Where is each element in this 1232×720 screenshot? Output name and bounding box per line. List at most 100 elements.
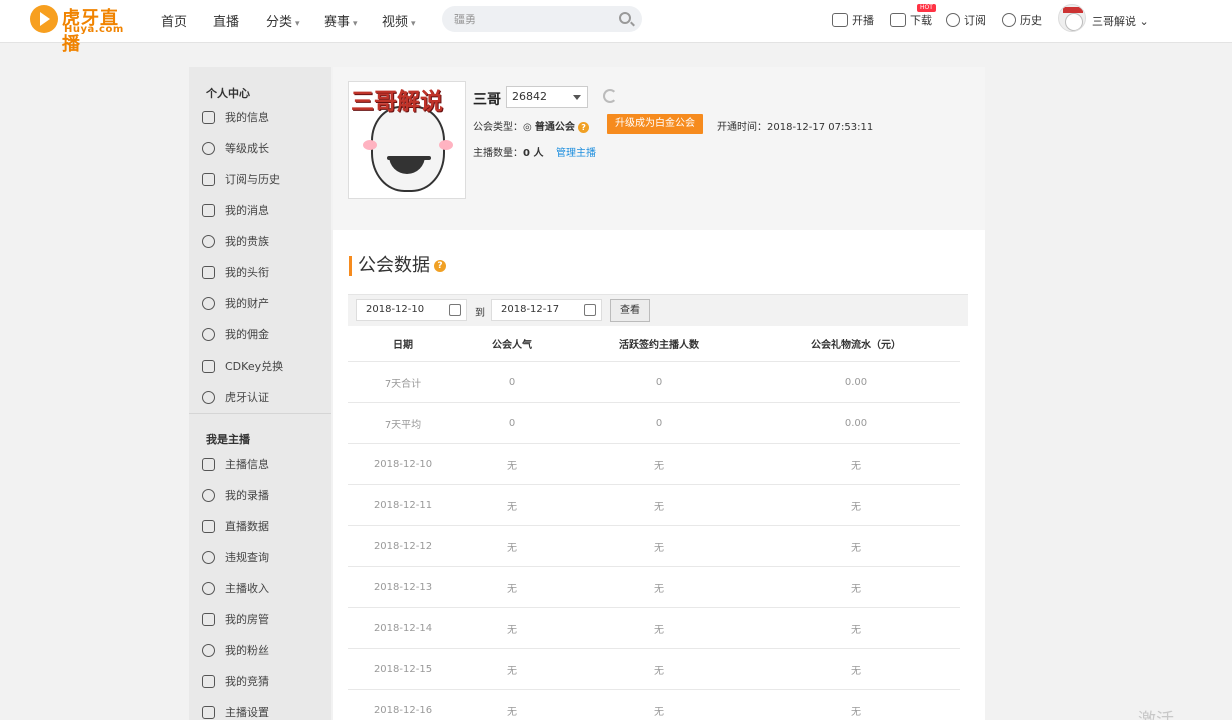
income-icon [202, 581, 215, 595]
top-navigation-bar: 虎牙直播 Huya.com 首页 直播 分类▾ 赛事▾ 视频▾ 开播 下载 HO… [0, 0, 1232, 55]
table-row: 2018-12-14 无 无 无 [348, 608, 960, 649]
sidebar-item-messages[interactable]: 我的消息 [202, 202, 269, 218]
sidebar-item-violations[interactable]: 违规查询 [202, 549, 269, 565]
sidebar-item-level[interactable]: 等级成长 [202, 140, 269, 156]
message-icon [202, 203, 215, 217]
crown-icon [202, 265, 215, 279]
start-date-input[interactable]: 2018-12-10 [356, 299, 467, 321]
table-row: 7天平均 0 0 0.00 [348, 403, 960, 444]
profile-header: 三哥解说 三哥 26842 公会类型：◎ 普通公会 ? 升级成为白金公会 开通时… [333, 67, 985, 230]
nav-home[interactable]: 首页 [161, 11, 187, 30]
query-button[interactable]: 查看 [610, 299, 650, 322]
nav-events[interactable]: 赛事 ▾ [324, 11, 358, 30]
sidebar-section-streamer: 我是主播 [206, 433, 250, 446]
nav-category[interactable]: 分类 ▾ [266, 11, 300, 30]
download-icon [890, 13, 906, 27]
column-header: 活跃签约主播人数 [619, 340, 699, 351]
fans-icon [202, 643, 215, 657]
sidebar-item-guessing[interactable]: 我的竞猜 [202, 673, 269, 689]
guild-id-select[interactable]: 26842 [506, 86, 588, 108]
meme-face-image [371, 106, 445, 192]
guild-badge-icon: ◎ [523, 122, 532, 133]
huya-logo-icon [30, 5, 58, 33]
sidebar-item-subscriptions[interactable]: 订阅与历史 [202, 171, 280, 187]
logo-subtext: Huya.com [64, 24, 124, 35]
sidebar-item-verification[interactable]: 虎牙认证 [202, 389, 269, 405]
help-icon[interactable]: ? [434, 260, 446, 272]
table-header: 日期 公会人气 活跃签约主播人数 公会礼物流水（元） [348, 326, 960, 362]
sidebar-item-settings[interactable]: 主播设置 [202, 704, 269, 720]
clock-icon [1002, 13, 1016, 27]
sidebar-item-assets[interactable]: 我的财产 [202, 295, 269, 311]
hot-badge: HOT [917, 4, 936, 12]
home-icon [202, 110, 215, 124]
refresh-icon[interactable] [603, 89, 617, 103]
sidebar-item-stream-data[interactable]: 直播数据 [202, 518, 269, 534]
sidebar-item-commission[interactable]: 我的佣金 [202, 326, 269, 342]
table-row: 2018-12-15 无 无 无 [348, 649, 960, 690]
user-menu[interactable]: 三哥解说 ⌄ [1092, 13, 1149, 29]
id-card-icon [202, 457, 215, 471]
end-date-input[interactable]: 2018-12-17 [491, 299, 602, 321]
sidebar-item-my-info[interactable]: 我的信息 [202, 109, 269, 125]
help-icon[interactable]: ? [578, 121, 590, 133]
play-icon [202, 488, 215, 502]
guild-avatar: 三哥解说 [348, 81, 466, 199]
subscribe-button[interactable]: 订阅 [946, 12, 986, 28]
shield-icon [202, 390, 215, 404]
chevron-down-icon: ▾ [353, 19, 358, 29]
calendar-icon[interactable] [584, 304, 596, 316]
table-row: 2018-12-10 无 无 无 [348, 444, 960, 485]
avatar-caption: 三哥解说 [351, 88, 443, 115]
windows-activation-watermark: 激活 Windo [1138, 706, 1232, 720]
guild-data-table: 日期 公会人气 活跃签约主播人数 公会礼物流水（元） 7天合计 0 0 0.00… [348, 326, 960, 720]
sidebar-item-income[interactable]: 主播收入 [202, 580, 269, 596]
sidebar-item-noble[interactable]: 我的贵族 [202, 233, 269, 249]
date-filter-bar: 2018-12-10 到 2018-12-17 查看 [348, 294, 968, 326]
sidebar-item-fans[interactable]: 我的粉丝 [202, 642, 269, 658]
main-content: 三哥解说 三哥 26842 公会类型：◎ 普通公会 ? 升级成为白金公会 开通时… [333, 67, 985, 720]
sidebar-divider [189, 413, 331, 414]
sidebar-item-cdkey[interactable]: CDKey兑换 [202, 358, 283, 374]
coin-icon [202, 327, 215, 341]
guild-name: 三哥 [473, 92, 501, 108]
target-icon [202, 234, 215, 248]
chart-icon [202, 519, 215, 533]
search-icon[interactable] [619, 12, 631, 24]
download-button[interactable]: 下载 [890, 12, 932, 28]
sidebar-section-personal: 个人中心 [206, 87, 250, 100]
column-header: 公会人气 [492, 340, 532, 351]
to-label: 到 [475, 308, 485, 319]
start-stream-button[interactable]: 开播 [832, 12, 874, 28]
sidebar-item-recordings[interactable]: 我的录播 [202, 487, 269, 503]
chevron-down-icon: ▾ [295, 19, 300, 29]
user-avatar[interactable] [1058, 4, 1086, 32]
settings-icon [202, 705, 215, 719]
wallet-icon [202, 296, 215, 310]
table-row: 7天合计 0 0 0.00 [348, 362, 960, 403]
upgrade-guild-button[interactable]: 升级成为白金公会 [607, 114, 703, 134]
table-row: 2018-12-13 无 无 无 [348, 567, 960, 608]
nav-live[interactable]: 直播 [213, 11, 239, 30]
streamer-count: 主播数量：0 人 [473, 148, 544, 159]
sidebar-item-titles[interactable]: 我的头衔 [202, 264, 269, 280]
huya-logo[interactable]: 虎牙直播 Huya.com [30, 3, 130, 55]
sidebar-item-room-managers[interactable]: 我的房管 [202, 611, 269, 627]
chevron-down-icon [573, 95, 581, 100]
column-header: 公会礼物流水（元） [811, 340, 901, 351]
history-button[interactable]: 历史 [1002, 12, 1042, 28]
guild-type-line: 公会类型：◎ 普通公会 ? [473, 118, 590, 133]
open-time: 开通时间：2018-12-17 07:53:11 [717, 122, 874, 133]
manage-streamers-link[interactable]: 管理主播 [556, 144, 596, 159]
nav-video[interactable]: 视频 ▾ [382, 11, 416, 30]
shuffle-icon [202, 359, 215, 373]
table-row: 2018-12-12 无 无 无 [348, 526, 960, 567]
house-icon [202, 612, 215, 626]
medal-icon [202, 141, 215, 155]
sidebar-item-streamer-info[interactable]: 主播信息 [202, 456, 269, 472]
heart-icon [946, 13, 960, 27]
calendar-icon[interactable] [449, 304, 461, 316]
search-input[interactable] [442, 6, 642, 32]
sidebar: 个人中心 我的信息 等级成长 订阅与历史 我的消息 我的贵族 我的头衔 我的财产… [189, 67, 331, 720]
table-row: 2018-12-16 无 无 无 [348, 690, 960, 720]
